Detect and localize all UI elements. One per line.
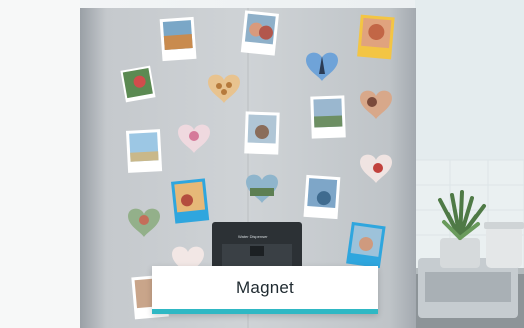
product-caption: Magnet [152,266,378,314]
upper-cabinet [415,0,524,160]
product-photo: Water Dispenser Magnet [0,0,524,328]
dispenser-label: Water Dispenser [238,234,268,239]
water-dispenser [212,222,302,272]
left-wall [0,0,80,328]
canister [486,226,522,268]
